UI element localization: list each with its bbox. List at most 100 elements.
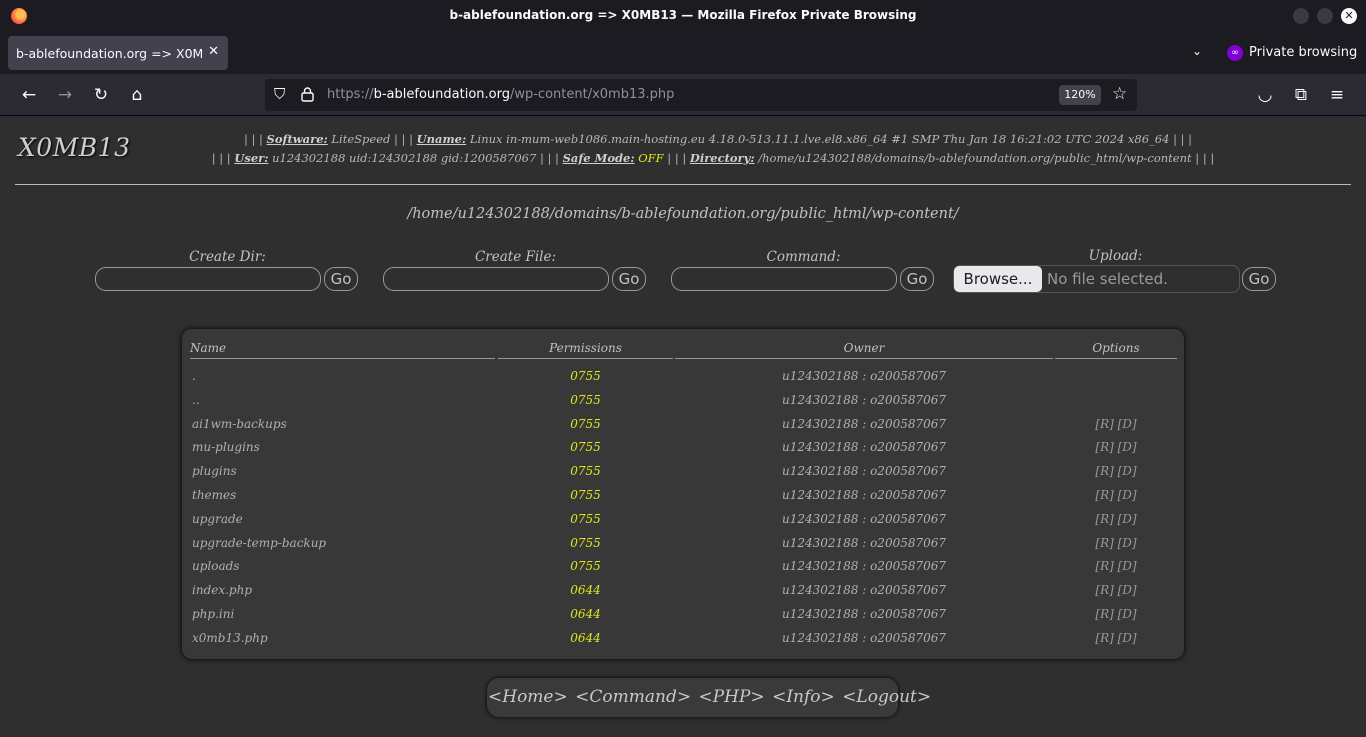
menu-logout-link[interactable]: <Logout>: [842, 687, 931, 707]
safe-mode-label: Safe Mode:: [562, 151, 635, 165]
address-bar[interactable]: ⛉ https://b-ablefoundation.org/wp-conten…: [265, 79, 1137, 111]
file-options-links[interactable]: [R] [D]: [1055, 488, 1177, 502]
url-host: b-ablefoundation.org: [373, 87, 510, 102]
file-permissions[interactable]: 0755: [498, 369, 673, 383]
file-name-link[interactable]: upgrade-temp-backup: [192, 536, 326, 550]
file-permissions[interactable]: 0755: [498, 536, 673, 550]
upload-file-input[interactable]: Browse... No file selected.: [953, 265, 1240, 293]
file-permissions[interactable]: 0644: [498, 607, 673, 621]
create-file-go-button[interactable]: Go: [612, 267, 646, 291]
reload-icon[interactable]: ↻: [91, 85, 111, 105]
uname-label: Uname:: [416, 132, 467, 146]
file-permissions[interactable]: 0644: [498, 631, 673, 645]
server-info-line-1: | | | Software: LiteSpeed | | | Uname: L…: [0, 132, 1366, 146]
file-options-links[interactable]: [R] [D]: [1055, 536, 1177, 550]
file-name-link[interactable]: x0mb13.php: [192, 631, 268, 645]
file-options-links[interactable]: [R] [D]: [1055, 559, 1177, 573]
file-options-links[interactable]: [R] [D]: [1055, 607, 1177, 621]
maximize-button[interactable]: [1317, 8, 1333, 24]
url-path: /wp-content/x0mb13.php: [509, 87, 675, 102]
file-permissions[interactable]: 0644: [498, 583, 673, 597]
file-permissions[interactable]: 0755: [498, 417, 673, 431]
command-go-button[interactable]: Go: [900, 267, 934, 291]
file-owner: u124302188 : o200587067: [781, 464, 947, 479]
file-permissions[interactable]: 0755: [498, 559, 673, 573]
tab-title: b-ablefoundation.org => X0MB13: [16, 46, 202, 61]
file-options-links[interactable]: [R] [D]: [1055, 464, 1177, 478]
app-menu-hamburger-icon[interactable]: ≡: [1327, 85, 1347, 105]
menu-php-link[interactable]: <PHP>: [698, 687, 764, 707]
file-permissions[interactable]: 0755: [498, 440, 673, 454]
file-permissions[interactable]: 0755: [498, 393, 673, 407]
zoom-level-badge[interactable]: 120%: [1059, 85, 1101, 105]
upload-label: Upload:: [1088, 248, 1143, 264]
browse-button[interactable]: Browse...: [954, 266, 1042, 292]
window-titlebar: b-ablefoundation.org => X0MB13 — Mozilla…: [0, 0, 1366, 32]
table-row: upgrade-temp-backup 0755 u124302188 : o200…: [182, 536, 1184, 556]
create-dir-label: Create Dir:: [189, 249, 266, 265]
file-name-link[interactable]: php.ini: [192, 607, 234, 621]
file-owner: u124302188 : o200587067: [781, 392, 947, 407]
menu-info-link[interactable]: <Info>: [772, 687, 835, 707]
file-owner: u124302188 : o200587067: [781, 416, 947, 431]
forward-arrow-icon[interactable]: →: [55, 85, 75, 105]
column-header-owner: Owner: [675, 341, 1053, 359]
file-options-links[interactable]: [R] [D]: [1055, 417, 1177, 431]
column-header-options: Options: [1055, 341, 1177, 359]
separator: | | |: [1195, 151, 1215, 165]
file-options-links[interactable]: [R] [D]: [1055, 512, 1177, 526]
tab-active[interactable]: b-ablefoundation.org => X0MB13 ✕: [8, 36, 228, 70]
file-name-link[interactable]: ..: [192, 393, 200, 407]
file-name-link[interactable]: plugins: [192, 464, 237, 478]
table-row: ai1wm-backups 0755 u124302188 : o200587067…: [182, 417, 1184, 437]
tab-strip: b-ablefoundation.org => X0MB13 ✕ ⌄ ∞ Pri…: [0, 32, 1366, 74]
back-arrow-icon[interactable]: ←: [19, 85, 39, 105]
file-name-link[interactable]: .: [192, 369, 196, 383]
file-options-links[interactable]: [R] [D]: [1055, 440, 1177, 454]
file-owner: u124302188 : o200587067: [781, 630, 947, 645]
extensions-puzzle-icon[interactable]: ⧉: [1291, 85, 1311, 105]
shell-menu: <Home> <Command> <PHP> <Info> <Logout>: [487, 678, 931, 717]
home-icon[interactable]: ⌂: [127, 85, 147, 105]
create-dir-go-button[interactable]: Go: [324, 267, 358, 291]
upload-go-button[interactable]: Go: [1242, 267, 1276, 291]
pocket-icon[interactable]: ◡: [1255, 85, 1275, 105]
bookmark-star-icon[interactable]: ☆: [1112, 84, 1127, 104]
file-name-link[interactable]: mu-plugins: [192, 440, 260, 454]
directory-value: /home/u124302188/domains/b-ablefoundatio…: [758, 151, 1192, 165]
url-scheme: https://: [327, 87, 374, 102]
tab-close-icon[interactable]: ✕: [208, 44, 219, 59]
current-directory-path[interactable]: /home/u124302188/domains/b-ablefoundatio…: [0, 206, 1366, 222]
create-dir-input[interactable]: [95, 267, 321, 291]
file-options-links[interactable]: [R] [D]: [1055, 631, 1177, 645]
separator: | | |: [539, 151, 559, 165]
table-row: themes 0755 u124302188 : o200587067 [R] [D]: [182, 488, 1184, 508]
file-owner: u124302188 : o200587067: [781, 607, 947, 621]
file-name-link[interactable]: themes: [192, 488, 236, 502]
file-options-links[interactable]: [R] [D]: [1055, 583, 1177, 597]
file-permissions[interactable]: 0755: [498, 512, 673, 526]
file-name-link[interactable]: ai1wm-backups: [192, 417, 287, 431]
separator: | | |: [1173, 132, 1193, 146]
file-owner: u124302188 : o200587067: [781, 559, 947, 574]
close-window-button[interactable]: ✕: [1341, 8, 1357, 24]
padlock-icon[interactable]: [301, 87, 314, 102]
menu-command-link[interactable]: <Command>: [575, 687, 691, 707]
uname-value: Linux in-mum-web1086.main-hosting.eu 4.1…: [469, 132, 1170, 146]
minimize-button[interactable]: [1293, 8, 1309, 24]
create-file-input[interactable]: [383, 267, 609, 291]
command-input[interactable]: [671, 267, 897, 291]
header-divider: [15, 184, 1351, 185]
file-name-link[interactable]: index.php: [192, 583, 252, 597]
file-permissions[interactable]: 0755: [498, 464, 673, 478]
list-all-tabs-chevron-icon[interactable]: ⌄: [1192, 44, 1202, 58]
tracking-protection-shield-icon[interactable]: ⛉: [274, 85, 285, 103]
url-text[interactable]: https://b-ablefoundation.org/wp-content/…: [327, 87, 674, 102]
separator: | | |: [211, 151, 231, 165]
file-name-link[interactable]: upgrade: [192, 512, 243, 526]
window-title: b-ablefoundation.org => X0MB13 — Mozilla…: [449, 8, 917, 22]
file-name-link[interactable]: uploads: [192, 559, 239, 573]
file-owner: u124302188 : o200587067: [781, 440, 947, 455]
file-permissions[interactable]: 0755: [498, 488, 673, 502]
menu-home-link[interactable]: <Home>: [488, 687, 568, 707]
